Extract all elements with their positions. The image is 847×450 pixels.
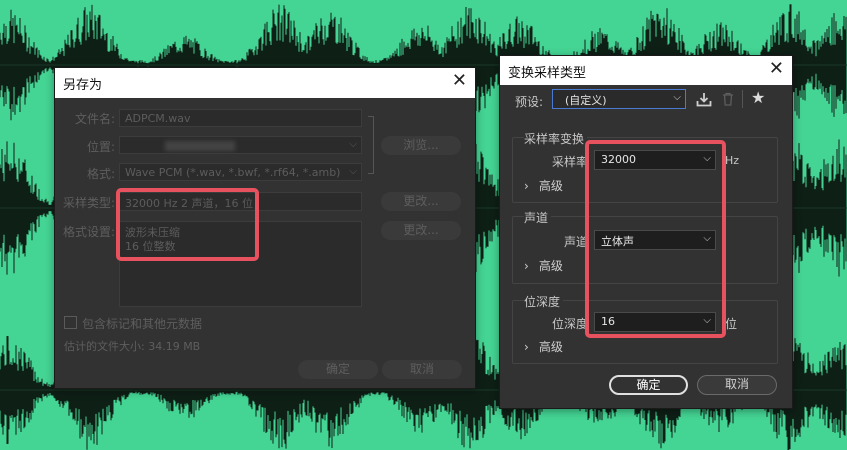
change-format-settings-button[interactable]: 更改... <box>381 221 461 240</box>
ok-button[interactable]: 确定 <box>609 375 688 395</box>
filename-input[interactable]: ADPCM.wav <box>119 109 362 127</box>
download-icon[interactable] <box>696 92 712 107</box>
close-icon[interactable]: ✕ <box>769 58 784 80</box>
advanced-label: 高级 <box>538 179 563 193</box>
format-dropdown[interactable]: Wave PCM (*.wav, *.bwf, *.rf64, *.amb) ⌵ <box>119 163 362 181</box>
chevron-right-icon: › <box>524 259 529 273</box>
format-value: Wave PCM (*.wav, *.bwf, *.rf64, *.amb) <box>125 166 341 179</box>
browse-button[interactable]: 浏览... <box>381 136 461 155</box>
bit-depth-label: 位深度 <box>552 317 589 331</box>
location-value-redacted <box>165 141 235 151</box>
sample-type-label: 采样类型: <box>63 196 116 210</box>
sample-rate-label: 采样率 <box>552 155 589 169</box>
star-icon[interactable]: ★ <box>751 88 765 107</box>
save-as-titlebar: 另存为 ✕ <box>55 68 475 98</box>
filename-label: 文件名: <box>75 112 116 126</box>
advanced-toggle-bit-depth[interactable]: › 高级 <box>524 338 563 355</box>
chevron-right-icon: › <box>524 340 529 354</box>
channels-section-title: 声道 <box>524 209 552 226</box>
trash-icon[interactable] <box>722 92 734 106</box>
include-markers-checkbox[interactable] <box>64 316 77 329</box>
convert-title: 变换采样类型 <box>508 66 587 81</box>
chevron-down-icon: ⌵ <box>673 92 681 103</box>
toolbar-divider <box>742 90 743 108</box>
save-as-title: 另存为 <box>63 78 103 93</box>
bracket-decoration <box>368 116 374 174</box>
location-dropdown[interactable]: ⌵ <box>119 136 362 154</box>
bit-depth-section-title: 位深度 <box>524 293 564 310</box>
estimated-size-text: 估计的文件大小: 34.19 MB <box>64 340 201 353</box>
preset-label: 预设: <box>515 95 544 109</box>
location-label: 位置: <box>87 140 116 154</box>
advanced-label: 高级 <box>538 259 563 273</box>
preset-dropdown[interactable]: (自定义) ⌵ <box>552 89 686 109</box>
highlight-box <box>585 140 726 338</box>
advanced-label: 高级 <box>538 340 563 354</box>
chevron-right-icon: › <box>524 179 529 193</box>
advanced-toggle-channels[interactable]: › 高级 <box>524 257 563 274</box>
cancel-button[interactable]: 取消 <box>697 375 777 395</box>
chevron-down-icon: ⌵ <box>349 166 357 177</box>
save-as-dialog: 另存为 ✕ 文件名: ADPCM.wav 位置: ⌵ 浏览... 格式: Wav… <box>54 67 476 389</box>
format-label: 格式: <box>87 167 116 181</box>
change-sample-type-button[interactable]: 更改... <box>381 192 461 211</box>
sample-rate-section-title: 采样率变换 <box>524 130 588 147</box>
close-icon[interactable]: ✕ <box>452 70 467 92</box>
convert-titlebar: 变换采样类型 ✕ <box>500 56 792 85</box>
convert-sample-type-dialog: 变换采样类型 ✕ 预设: (自定义) ⌵ ★ 采样率变换 采样率 32000 ⌵… <box>499 55 793 409</box>
preset-value: (自定义) <box>565 94 607 107</box>
include-markers-label: 包含标记和其他元数据 <box>82 317 203 331</box>
bit-depth-unit: 位 <box>725 317 738 331</box>
ok-button[interactable]: 确定 <box>298 360 378 379</box>
chevron-down-icon: ⌵ <box>349 139 357 150</box>
sample-rate-unit: Hz <box>725 154 740 167</box>
highlight-box <box>116 188 259 261</box>
format-settings-label: 格式设置: <box>63 225 116 239</box>
cancel-button[interactable]: 取消 <box>382 360 462 379</box>
advanced-toggle-sample-rate[interactable]: › 高级 <box>524 177 563 194</box>
